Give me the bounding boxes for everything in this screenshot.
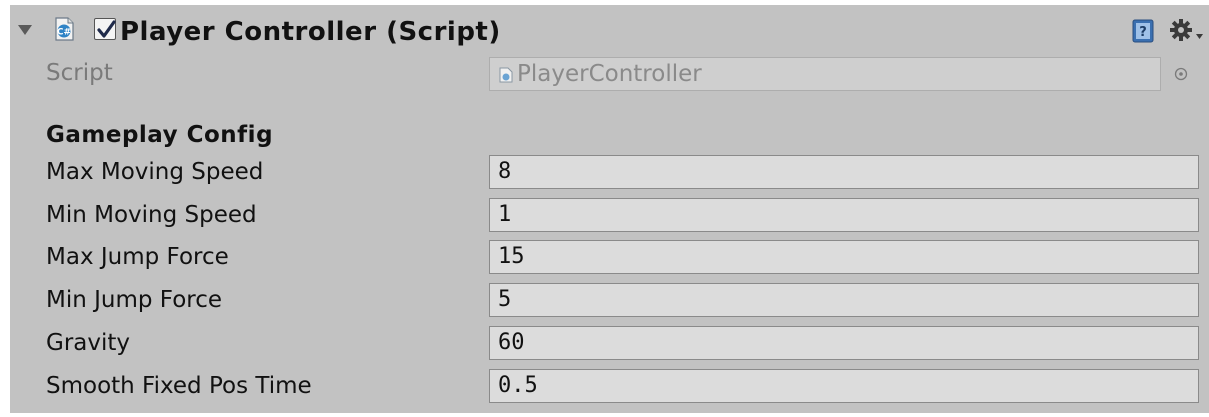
min-moving-speed-input[interactable]: 1 [489,198,1199,232]
field-label-gravity: Gravity [46,330,131,356]
field-label-max-jump-force: Max Jump Force [46,244,229,270]
script-label: Script [46,60,113,86]
inspector-panel: C# Player Controller (Script) ? Script P… [10,5,1209,413]
field-label-max-moving-speed: Max Moving Speed [46,159,264,185]
field-label-smooth-fixed-pos-time: Smooth Fixed Pos Time [46,373,312,399]
help-book-icon[interactable]: ? [1131,19,1155,43]
max-moving-speed-input[interactable]: 8 [489,155,1199,189]
gravity-input[interactable]: 60 [489,326,1199,360]
svg-text:?: ? [1139,25,1147,40]
svg-text:C#: C# [57,28,71,38]
enabled-checkbox[interactable] [94,18,116,40]
script-file-icon [499,67,513,83]
foldout-arrow-icon[interactable] [18,25,32,35]
object-picker-icon[interactable] [1173,66,1189,82]
component-header[interactable]: C# Player Controller (Script) ? [10,5,1209,57]
section-header: Gameplay Config [46,122,274,148]
chevron-down-icon [1196,34,1203,39]
script-object-value: PlayerController [517,61,702,87]
field-label-min-jump-force: Min Jump Force [46,287,223,313]
csharp-script-icon: C# [55,17,74,41]
script-object-field[interactable]: PlayerController [489,57,1161,91]
checkmark-icon [97,20,116,38]
max-jump-force-input[interactable]: 15 [489,240,1199,274]
field-label-min-moving-speed: Min Moving Speed [46,202,257,228]
smooth-fixed-pos-time-input[interactable]: 0.5 [489,369,1199,403]
component-title: Player Controller (Script) [120,17,501,47]
min-jump-force-input[interactable]: 5 [489,283,1199,317]
gear-icon[interactable] [1169,17,1205,45]
